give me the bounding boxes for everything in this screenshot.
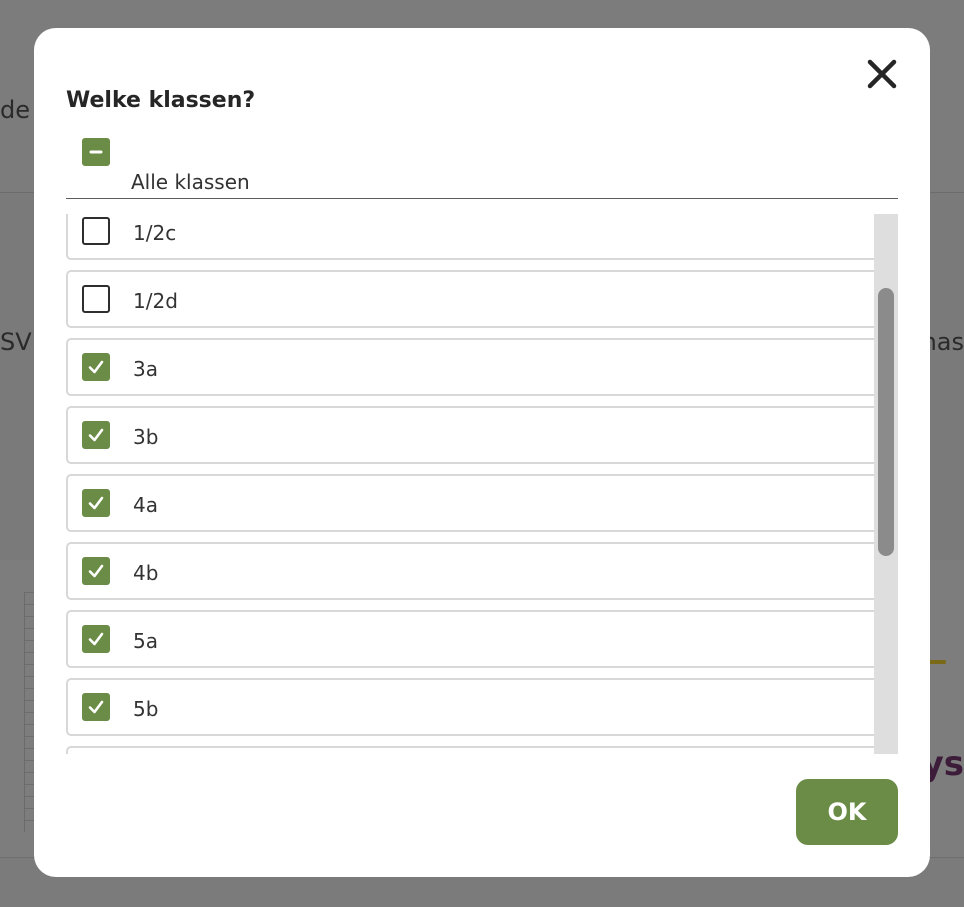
class-checkbox[interactable]	[82, 489, 110, 517]
dialog-title: Welke klassen?	[66, 88, 256, 113]
class-label: 3b	[133, 425, 159, 449]
checkmark-icon	[88, 700, 104, 714]
checkmark-icon	[88, 428, 104, 442]
select-all-label: Alle klassen	[131, 170, 250, 194]
class-label: 1/2d	[133, 289, 178, 313]
close-x-icon	[867, 59, 897, 89]
class-checkbox[interactable]	[82, 285, 110, 313]
class-checkbox[interactable]	[82, 557, 110, 585]
class-label: 4a	[133, 493, 158, 517]
class-checkbox[interactable]	[82, 217, 110, 245]
class-checkbox[interactable]	[82, 353, 110, 381]
class-checkbox[interactable]	[82, 625, 110, 653]
list-scrollbar[interactable]	[874, 214, 898, 754]
class-label: 3a	[133, 357, 158, 381]
minus-icon	[89, 150, 103, 154]
class-label: 1/2c	[133, 221, 177, 245]
class-checkbox[interactable]	[82, 421, 110, 449]
class-list-item[interactable]: 1/2d	[66, 270, 898, 328]
class-list-item[interactable]: 1/2c	[66, 214, 898, 260]
background-text-fragment: de	[0, 96, 30, 124]
close-button[interactable]	[862, 54, 902, 94]
scrollbar-thumb[interactable]	[878, 288, 894, 556]
class-checkbox[interactable]	[82, 693, 110, 721]
class-list-item-partial[interactable]	[66, 746, 898, 754]
class-list-item[interactable]: 5b	[66, 678, 898, 736]
class-label: 5a	[133, 629, 158, 653]
checkmark-icon	[88, 564, 104, 578]
background-text-fragment: SV	[0, 328, 32, 356]
class-list-item[interactable]: 4a	[66, 474, 898, 532]
class-list-item[interactable]: 3b	[66, 406, 898, 464]
class-list-item[interactable]: 3a	[66, 338, 898, 396]
class-label: 5b	[133, 697, 159, 721]
class-list-item[interactable]: 5a	[66, 610, 898, 668]
class-list: 1/2c 1/2d 3a 3b 4a 4b 5a 5b	[66, 214, 898, 754]
class-select-dialog: Welke klassen? Alle klassen 1/2c 1/2d 3a	[34, 28, 930, 877]
class-label: 4b	[133, 561, 159, 585]
select-all-row[interactable]: Alle klassen	[66, 124, 898, 199]
class-list-item[interactable]: 4b	[66, 542, 898, 600]
select-all-checkbox[interactable]	[82, 138, 110, 166]
checkmark-icon	[88, 360, 104, 374]
checkmark-icon	[88, 632, 104, 646]
checkmark-icon	[88, 496, 104, 510]
ok-button[interactable]: OK	[796, 779, 898, 845]
